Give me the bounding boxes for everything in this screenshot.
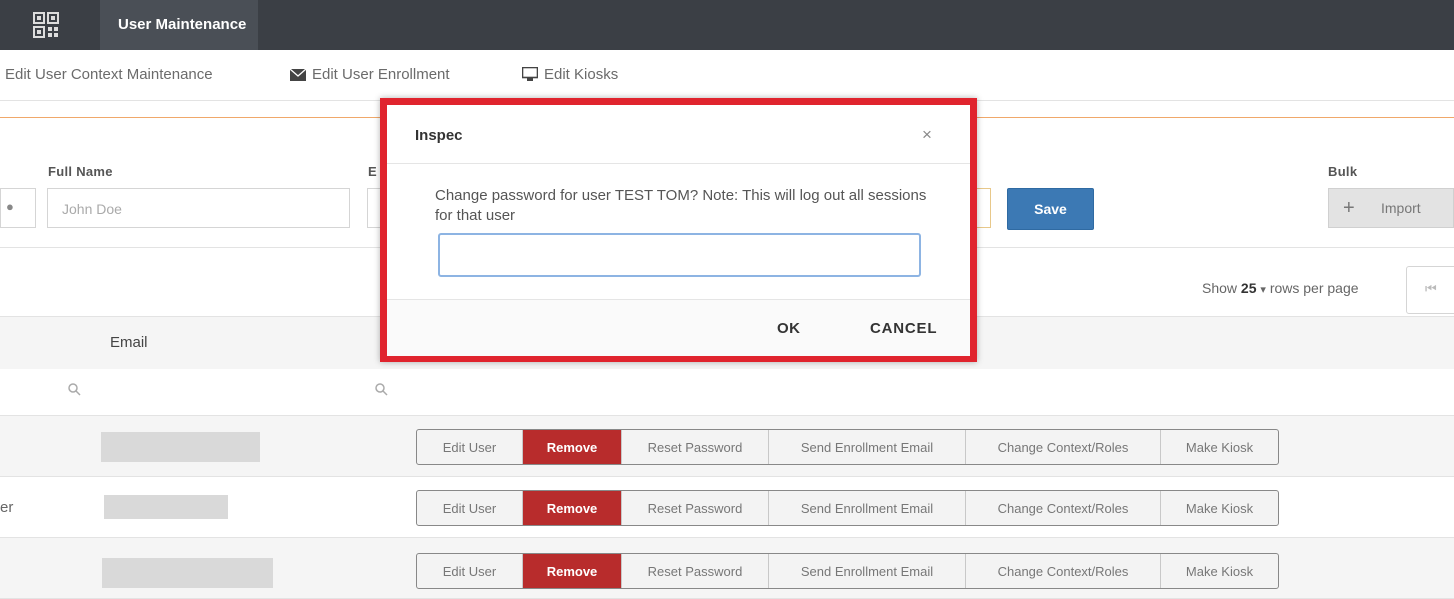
- envelope-icon: [290, 69, 306, 81]
- rows-select[interactable]: 25: [1241, 280, 1257, 296]
- remove-button[interactable]: Remove: [523, 491, 622, 525]
- table-row: Edit User Remove Reset Password Send Enr…: [0, 416, 1454, 477]
- send-enrollment-email-button[interactable]: Send Enrollment Email: [769, 554, 966, 588]
- user-icon: ●: [6, 199, 14, 214]
- change-password-dialog: Inspec × Change password for user TEST T…: [380, 98, 977, 362]
- nav-item-label: Edit User Enrollment: [312, 66, 450, 83]
- import-label: Import: [1381, 200, 1421, 216]
- dialog-message: Change password for user TEST TOM? Note:…: [435, 187, 927, 224]
- change-context-roles-button[interactable]: Change Context/Roles: [966, 491, 1161, 525]
- full-name-label: Full Name: [48, 164, 113, 179]
- reset-password-button[interactable]: Reset Password: [622, 491, 769, 525]
- remove-button[interactable]: Remove: [523, 430, 622, 464]
- table-row: Edit User Remove Reset Password Send Enr…: [0, 538, 1454, 599]
- make-kiosk-button[interactable]: Make Kiosk: [1161, 491, 1278, 525]
- change-context-roles-button[interactable]: Change Context/Roles: [966, 554, 1161, 588]
- nav-item-label: Edit User Context Maintenance: [5, 66, 213, 83]
- show-label: Show: [1202, 280, 1238, 296]
- save-button[interactable]: Save: [1007, 188, 1094, 230]
- row-actions: Edit User Remove Reset Password Send Enr…: [416, 553, 1279, 589]
- dialog-body: Change password for user TEST TOM? Note:…: [387, 164, 970, 299]
- page-title: User Maintenance: [118, 16, 247, 33]
- reset-password-button[interactable]: Reset Password: [622, 554, 769, 588]
- ok-button[interactable]: OK: [777, 320, 801, 337]
- dialog-title: Inspec: [415, 127, 463, 144]
- cancel-button[interactable]: CANCEL: [870, 320, 937, 337]
- rows-suffix: rows per page: [1269, 280, 1359, 296]
- redacted-cell: [101, 432, 260, 462]
- redacted-cell: [102, 558, 273, 588]
- caret-down-icon[interactable]: ▾: [1260, 284, 1266, 296]
- monitor-icon: [522, 67, 538, 81]
- rows-per-page: Show 25 ▾ rows per page: [1202, 280, 1359, 296]
- row-actions: Edit User Remove Reset Password Send Enr…: [416, 429, 1279, 465]
- make-kiosk-button[interactable]: Make Kiosk: [1161, 430, 1278, 464]
- dialog-header: Inspec ×: [387, 105, 970, 164]
- sub-nav: Edit User Context Maintenance Edit User …: [0, 50, 1454, 101]
- remove-button[interactable]: Remove: [523, 554, 622, 588]
- nav-item-label: Edit Kiosks: [544, 66, 619, 83]
- make-kiosk-button[interactable]: Make Kiosk: [1161, 554, 1278, 588]
- edit-user-button[interactable]: Edit User: [417, 491, 523, 525]
- bulk-import-button[interactable]: + Import: [1328, 188, 1454, 228]
- edit-user-button[interactable]: Edit User: [417, 430, 523, 464]
- full-name-placeholder: John Doe: [62, 201, 122, 217]
- row-actions: Edit User Remove Reset Password Send Enr…: [416, 490, 1279, 526]
- send-enrollment-email-button[interactable]: Send Enrollment Email: [769, 491, 966, 525]
- app-header: User Maintenance: [0, 0, 1454, 50]
- redacted-cell: [104, 495, 228, 519]
- qr-grid-icon[interactable]: [32, 11, 60, 39]
- bulk-label: Bulk: [1328, 164, 1358, 179]
- row-name-cell: er: [0, 499, 14, 516]
- table-row: er Edit User Remove Reset Password Send …: [0, 477, 1454, 538]
- user-icon-addon: ●: [0, 188, 36, 228]
- change-context-roles-button[interactable]: Change Context/Roles: [966, 430, 1161, 464]
- send-enrollment-email-button[interactable]: Send Enrollment Email: [769, 430, 966, 464]
- search-icon[interactable]: [68, 383, 81, 396]
- first-page-button[interactable]: ⏮: [1406, 266, 1454, 314]
- edit-user-button[interactable]: Edit User: [417, 554, 523, 588]
- first-page-icon: ⏮: [1425, 281, 1437, 296]
- full-name-input[interactable]: John Doe: [47, 188, 350, 228]
- plus-icon: +: [1343, 197, 1355, 219]
- reset-password-button[interactable]: Reset Password: [622, 430, 769, 464]
- filter-row: [0, 369, 1454, 416]
- email-column-header[interactable]: Email: [110, 334, 148, 351]
- dialog-footer: OK CANCEL: [387, 299, 970, 356]
- password-input[interactable]: [438, 233, 921, 277]
- email-label: E: [368, 164, 377, 179]
- close-icon[interactable]: ×: [922, 125, 932, 145]
- nav-item-context-maintenance[interactable]: Edit User Context Maintenance: [5, 66, 213, 83]
- nav-item-user-enrollment[interactable]: Edit User Enrollment: [290, 66, 450, 83]
- nav-item-kiosks[interactable]: Edit Kiosks: [522, 66, 618, 83]
- search-icon[interactable]: [375, 383, 388, 396]
